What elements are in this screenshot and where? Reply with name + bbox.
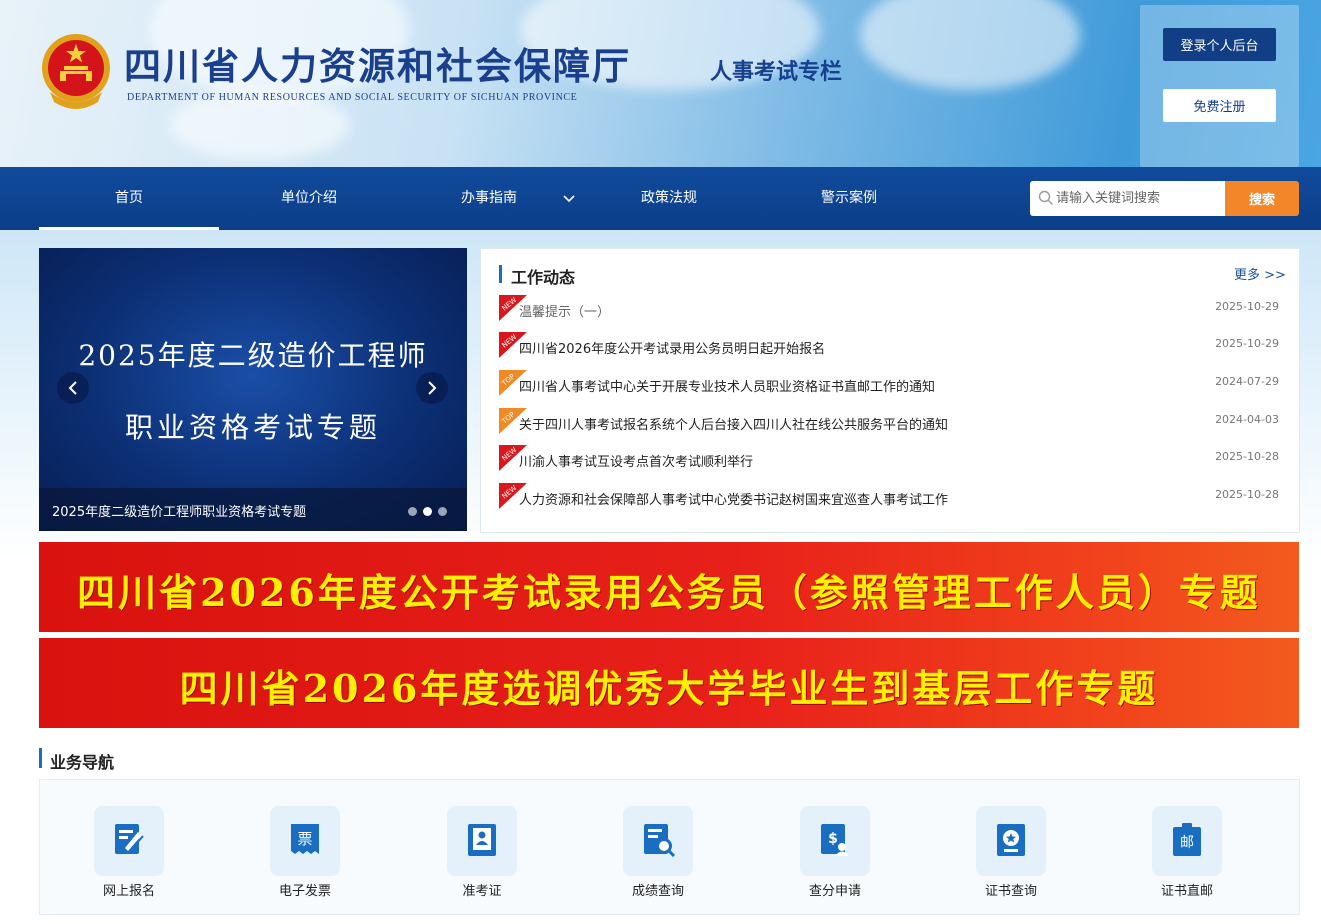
service-score-query[interactable]: 成绩查询 xyxy=(608,806,708,906)
carousel-caption-bar: 2025年度二级造价工程师职业资格考试专题 xyxy=(39,488,467,531)
svg-text:票: 票 xyxy=(297,830,312,848)
service-online-signup[interactable]: 网上报名 xyxy=(79,806,179,906)
banner-title: 四川省2026年度公开考试录用公务员（参照管理工作人员）专题 xyxy=(77,570,1261,615)
nav-item-guide[interactable]: 办事指南 xyxy=(399,167,579,230)
news-item[interactable]: TOP 关于四川人事考试报名系统个人后台接入四川人社在线公共服务平台的通知 20… xyxy=(499,408,1289,436)
search-input[interactable] xyxy=(1056,181,1221,216)
service-label: 证书查询 xyxy=(984,884,1037,899)
score-query-icon xyxy=(623,806,693,876)
invoice-icon: 票 xyxy=(270,806,340,876)
service-e-invoice[interactable]: 票 电子发票 xyxy=(255,806,355,906)
carousel-caption[interactable]: 2025年度二级造价工程师职业资格考试专题 xyxy=(52,501,306,520)
service-label: 准考证 xyxy=(462,884,502,899)
news-item[interactable]: NEW 温馨提示（一） 2025-10-29 xyxy=(499,295,1289,323)
carousel-next-button[interactable] xyxy=(416,372,448,404)
nav-item-policy[interactable]: 政策法规 xyxy=(579,167,759,230)
news-item-date: 2024-04-03 xyxy=(1215,413,1279,426)
search-button[interactable]: 搜索 xyxy=(1225,181,1299,216)
site-header: 四川省人力资源和社会保障厅 DEPARTMENT OF HUMAN RESOUR… xyxy=(0,0,1321,167)
service-label: 查分申请 xyxy=(808,884,861,899)
slide-subheadline: 职业资格考试专题 xyxy=(124,411,381,444)
auth-panel: 登录个人后台 免费注册 xyxy=(1140,5,1299,167)
score-review-icon: $ xyxy=(800,806,870,876)
certificate-mail-icon: 邮 xyxy=(1152,806,1222,876)
news-item-title[interactable]: 关于四川人事考试报名系统个人后台接入四川人社在线公共服务平台的通知 xyxy=(519,414,948,433)
news-item-title[interactable]: 四川省人事考试中心关于开展专业技术人员职业资格证书直邮工作的通知 xyxy=(519,376,935,395)
news-item[interactable]: TOP 四川省人事考试中心关于开展专业技术人员职业资格证书直邮工作的通知 202… xyxy=(499,370,1289,398)
news-item[interactable]: NEW 川渝人事考试互设考点首次考试顺利举行 2025-10-28 xyxy=(499,445,1289,473)
banner-civil-service-exam[interactable]: 四川省2026年度公开考试录用公务员（参照管理工作人员）专题 xyxy=(39,542,1299,632)
news-item-date: 2025-10-29 xyxy=(1215,337,1279,350)
search-icon xyxy=(1038,190,1053,205)
news-title: 工作动态 xyxy=(511,268,576,287)
site-title: 四川省人力资源和社会保障厅 xyxy=(124,44,631,88)
register-button[interactable]: 免费注册 xyxy=(1163,89,1276,122)
news-item[interactable]: NEW 人力资源和社会保障部人事考试中心党委书记赵树国来宜巡查人事考试工作 20… xyxy=(499,483,1289,511)
news-more-link[interactable]: 更多 >> xyxy=(1234,264,1286,283)
service-label: 电子发票 xyxy=(278,884,331,899)
news-item-date: 2025-10-28 xyxy=(1215,450,1279,463)
carousel-dot-active[interactable] xyxy=(423,507,432,516)
banner-title: 四川省2026年度选调优秀大学毕业生到基层工作专题 xyxy=(179,666,1159,711)
carousel-dot[interactable] xyxy=(408,507,417,516)
svg-text:$: $ xyxy=(828,831,838,847)
news-panel: 工作动态 更多 >> NEW 温馨提示（一） 2025-10-29 NEW 四川… xyxy=(480,248,1300,533)
signup-icon xyxy=(94,806,164,876)
nav-item-home[interactable]: 首页 xyxy=(39,167,219,230)
news-item-title[interactable]: 四川省2026年度公开考试录用公务员明日起开始报名 xyxy=(519,338,825,357)
services-panel: 网上报名 票 电子发票 准考证 成绩查询 $ 查分申请 证书查询 邮 证书直邮 xyxy=(39,779,1300,915)
admission-ticket-icon xyxy=(447,806,517,876)
carousel-prev-button[interactable] xyxy=(57,372,89,404)
section-marker xyxy=(39,748,42,768)
image-carousel[interactable]: 2025年度二级造价工程师 职业资格考试专题 2025年度二级造价工程师职业资格… xyxy=(39,248,467,531)
service-score-review[interactable]: $ 查分申请 xyxy=(785,806,885,906)
news-item-date: 2025-10-29 xyxy=(1215,300,1279,313)
news-item[interactable]: NEW 四川省2026年度公开考试录用公务员明日起开始报名 2025-10-29 xyxy=(499,332,1289,360)
news-item-date: 2024-07-29 xyxy=(1215,375,1279,388)
news-item-date: 2025-10-28 xyxy=(1215,488,1279,501)
service-label: 网上报名 xyxy=(102,884,155,899)
service-certificate-query[interactable]: 证书查询 xyxy=(961,806,1061,906)
slide-headline: 2025年度二级造价工程师 xyxy=(78,339,428,372)
chevron-left-icon xyxy=(68,381,77,395)
main-nav: 首页 单位介绍 办事指南 政策法规 警示案例 搜索 xyxy=(0,167,1321,230)
chevron-down-icon[interactable] xyxy=(562,191,576,205)
services-title: 业务导航 xyxy=(50,753,115,772)
cloud-decoration xyxy=(860,0,1080,90)
news-item-title[interactable]: 川渝人事考试互设考点首次考试顺利举行 xyxy=(519,451,753,470)
service-label: 证书直邮 xyxy=(1160,884,1213,899)
service-certificate-mail[interactable]: 邮 证书直邮 xyxy=(1137,806,1237,906)
service-label: 成绩查询 xyxy=(631,884,684,899)
service-admission-ticket[interactable]: 准考证 xyxy=(432,806,532,906)
login-button[interactable]: 登录个人后台 xyxy=(1163,28,1276,61)
chevron-right-icon xyxy=(428,381,437,395)
certificate-query-icon xyxy=(976,806,1046,876)
nav-item-about[interactable]: 单位介绍 xyxy=(219,167,399,230)
national-emblem-icon xyxy=(42,34,110,109)
nav-item-cases[interactable]: 警示案例 xyxy=(759,167,939,230)
site-subtitle: DEPARTMENT OF HUMAN RESOURCES AND SOCIAL… xyxy=(127,92,578,103)
search-box xyxy=(1030,181,1225,216)
section-marker xyxy=(499,265,502,283)
banner-graduate-selection[interactable]: 四川省2026年度选调优秀大学毕业生到基层工作专题 xyxy=(39,638,1299,728)
news-item-title[interactable]: 温馨提示（一） xyxy=(519,301,610,320)
carousel-dot[interactable] xyxy=(438,507,447,516)
column-title: 人事考试专栏 xyxy=(710,59,843,85)
news-item-title[interactable]: 人力资源和社会保障部人事考试中心党委书记赵树国来宜巡查人事考试工作 xyxy=(519,489,948,508)
svg-text:邮: 邮 xyxy=(1180,835,1194,851)
